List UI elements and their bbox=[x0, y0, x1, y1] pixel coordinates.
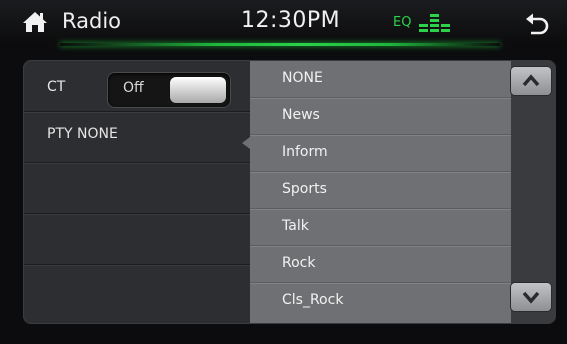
header-accent-glow bbox=[60, 43, 500, 46]
ct-toggle-value: Off bbox=[123, 80, 144, 96]
settings-list: CT Off PTY NONE bbox=[24, 61, 250, 323]
scrollbar[interactable] bbox=[511, 61, 555, 323]
list-item-label: Rock bbox=[282, 255, 316, 271]
list-item-label: News bbox=[282, 107, 320, 123]
list-item[interactable]: Cls_Rock bbox=[250, 283, 511, 319]
scroll-up-button[interactable] bbox=[511, 67, 551, 95]
scroll-down-button[interactable] bbox=[511, 283, 551, 311]
empty-setting-row bbox=[24, 214, 250, 265]
radio-settings-panel: CT Off PTY NONE NONE News Inform Sports … bbox=[24, 61, 555, 323]
equalizer-icon[interactable] bbox=[419, 12, 451, 34]
page-title: Radio bbox=[62, 9, 122, 33]
selection-pointer-icon bbox=[242, 137, 250, 149]
top-bar: Radio 12:30PM EQ bbox=[0, 0, 567, 46]
eq-label[interactable]: EQ bbox=[393, 15, 411, 30]
list-item[interactable]: NONE bbox=[250, 61, 511, 98]
list-item[interactable]: Inform bbox=[250, 135, 511, 172]
list-item-label: Talk bbox=[282, 218, 309, 234]
list-item[interactable]: Sports bbox=[250, 172, 511, 209]
back-icon[interactable] bbox=[524, 13, 550, 35]
list-item[interactable]: Talk bbox=[250, 209, 511, 246]
clock: 12:30PM bbox=[241, 8, 341, 33]
list-item-label: NONE bbox=[282, 70, 323, 86]
list-item[interactable]: Rock bbox=[250, 246, 511, 283]
pty-options-list[interactable]: NONE News Inform Sports Talk Rock Cls_Ro… bbox=[250, 61, 511, 323]
ct-toggle[interactable]: Off bbox=[108, 73, 230, 107]
list-item-label: Sports bbox=[282, 181, 327, 197]
ct-setting-row: CT Off bbox=[24, 61, 250, 112]
list-item-label: Inform bbox=[282, 144, 328, 160]
empty-setting-row bbox=[24, 265, 250, 323]
chevron-down-icon bbox=[522, 291, 540, 304]
list-item-label: Cls_Rock bbox=[282, 292, 344, 308]
chevron-up-icon bbox=[522, 74, 540, 87]
list-item[interactable]: News bbox=[250, 98, 511, 135]
pty-setting-row[interactable]: PTY NONE bbox=[24, 112, 250, 163]
empty-setting-row bbox=[24, 163, 250, 214]
ct-label: CT bbox=[47, 79, 66, 95]
home-icon[interactable] bbox=[22, 11, 48, 33]
toggle-knob[interactable] bbox=[170, 77, 226, 103]
pty-label: PTY NONE bbox=[47, 126, 118, 142]
